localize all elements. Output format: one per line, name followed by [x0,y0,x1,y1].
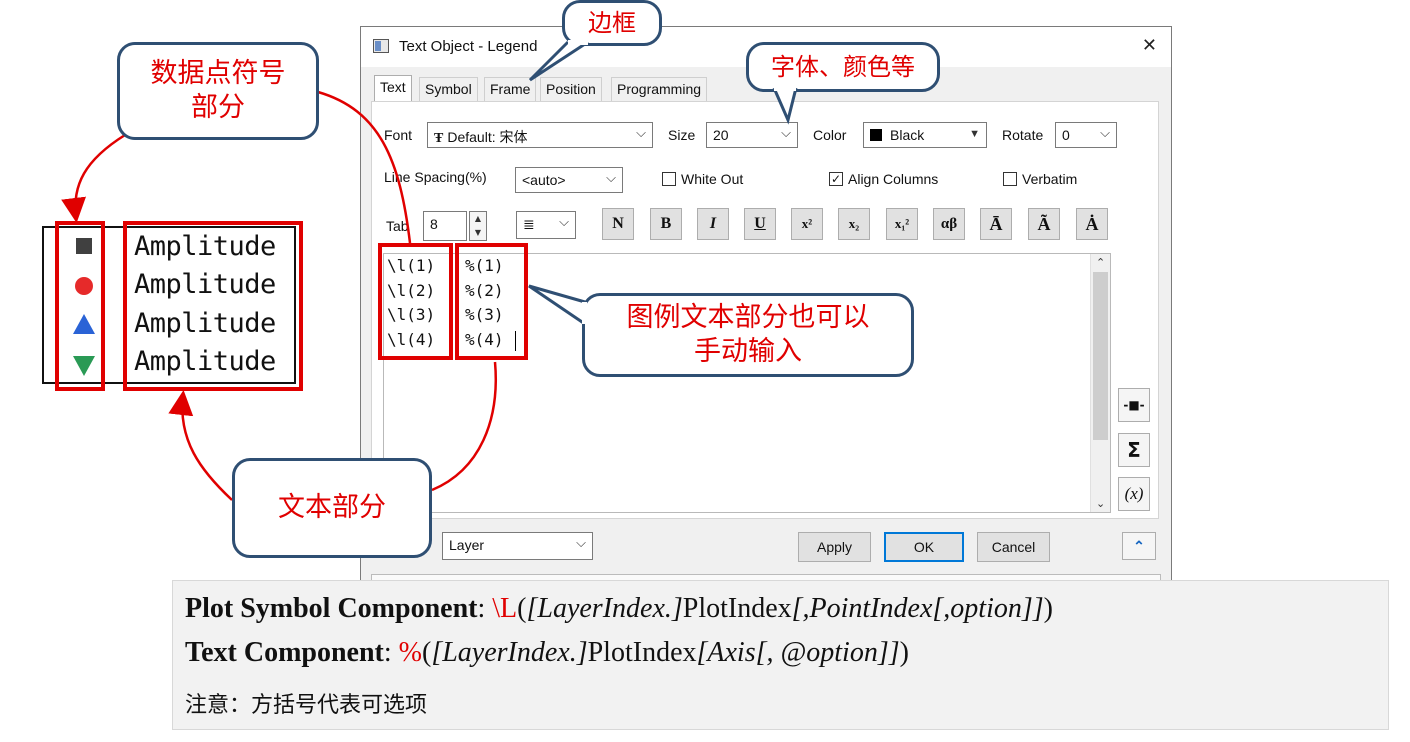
text-part-text: 文本部分 [278,492,386,524]
syntax-notes: Plot Symbol Component: \L([LayerIndex.]P… [172,580,1389,730]
text-syntax-label: Text Component [185,637,384,668]
font-color-callout-pointer [772,86,798,125]
line-symbol-callout-to-code [317,90,412,244]
frame-callout-pointer [528,40,589,82]
manual-input-callout-pointer [528,284,587,326]
font-color-callout: 字体、颜色等 [746,42,940,92]
symbol-syntax-code: \L [492,593,518,624]
manual-input-callout: 图例文本部分也可以 手动输入 [582,293,914,377]
font-color-text: 字体、颜色等 [771,53,915,81]
optional-note: 注意：方括号代表可选项 [185,693,428,718]
frame-text: 边框 [588,9,636,37]
arrow-to-symbols [61,133,126,223]
text-part-callout: 文本部分 [232,458,432,558]
symbol-part-text: 数据点符号 部分 [150,58,286,123]
symbol-syntax-line: Plot Symbol Component: \L([LayerIndex.]P… [185,593,1053,624]
symbol-part-callout: 数据点符号 部分 [117,42,319,140]
text-syntax-line: Text Component: %([LayerIndex.]PlotIndex… [185,637,909,668]
text-syntax-code: % [398,637,422,668]
line-text-callout-to-code [431,361,497,492]
manual-input-text: 图例文本部分也可以 手动输入 [626,302,870,367]
symbol-syntax-label: Plot Symbol Component [185,593,478,624]
arrow-to-text [168,390,233,501]
